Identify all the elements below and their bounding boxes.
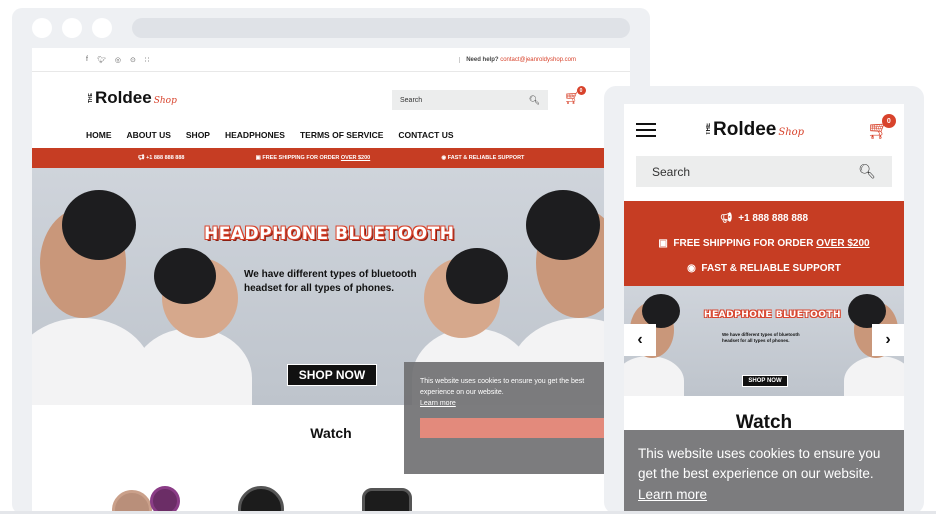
banner-figure-hair bbox=[526, 190, 600, 260]
shipping-text: FREE SHIPPING FOR ORDER bbox=[673, 238, 814, 249]
topbar: f 🐦︎ ◎ ⊙ ∷ Need help? contact@jeanroldys… bbox=[32, 48, 630, 72]
phone-info: 📢︎ +1 888 888 888 bbox=[720, 213, 808, 224]
cart-icon[interactable]: 🛒︎ 0 bbox=[867, 114, 896, 141]
box-icon: ▣ bbox=[658, 238, 668, 249]
cookie-banner: This website uses cookies to ensure you … bbox=[624, 430, 904, 514]
logo-script: Shop bbox=[153, 96, 177, 106]
support-text: FAST & RELIABLE SUPPORT bbox=[447, 155, 525, 161]
cart-count-badge: 0 bbox=[576, 86, 586, 95]
cookie-accept-button[interactable] bbox=[420, 417, 608, 438]
site-logo[interactable]: THE Roldee Shop bbox=[88, 88, 177, 108]
banner-figure-jacket bbox=[844, 356, 904, 396]
window-dot-maximize[interactable] bbox=[92, 18, 112, 38]
window-dot-close[interactable] bbox=[32, 18, 52, 38]
megaphone-icon: 📢︎ bbox=[719, 213, 733, 224]
pinterest-icon[interactable]: ⊙ bbox=[130, 56, 136, 64]
twitter-icon[interactable]: 🐦︎ bbox=[97, 56, 106, 64]
shipping-text: FREE SHIPPING FOR ORDER bbox=[262, 155, 340, 161]
banner-figure-jacket bbox=[624, 356, 684, 396]
banner-subtitle: We have different types of bluetooth hea… bbox=[722, 332, 800, 344]
banner-title: HEADPHONE BLUETOOTH bbox=[704, 310, 842, 320]
logo-the: THE bbox=[88, 93, 94, 103]
nav-item-contact-us[interactable]: CONTACT US bbox=[398, 130, 453, 140]
logo-the: THE bbox=[706, 123, 712, 135]
browser-chrome bbox=[12, 8, 650, 46]
nav-item-terms[interactable]: TERMS OF SERVICE bbox=[300, 130, 383, 140]
support-info: ◉ FAST & RELIABLE SUPPORT bbox=[687, 263, 841, 274]
search-placeholder: Search bbox=[652, 164, 691, 179]
megaphone-icon: 📢︎ bbox=[137, 155, 145, 161]
phone-text: +1 888 888 888 bbox=[738, 213, 809, 224]
nav-item-home[interactable]: HOME bbox=[86, 130, 112, 140]
site-header: THE Roldee Shop Search 🔍︎ 🛒︎ 0 bbox=[32, 72, 630, 122]
phone-text: +1 888 888 888 bbox=[146, 155, 185, 161]
help-contact: Need help? contact@jeanroldyshop.com bbox=[459, 56, 576, 63]
logo-name: Roldee bbox=[713, 119, 777, 140]
mobile-device-mockup: THE Roldee Shop 🛒︎ 0 Search 🔍︎ 📢︎ +1 888… bbox=[604, 86, 924, 514]
shop-now-button[interactable]: SHOP NOW bbox=[287, 364, 377, 386]
search-icon[interactable]: 🔍︎ bbox=[529, 95, 540, 106]
banner-subtitle: We have different types of bluetooth hea… bbox=[244, 269, 417, 294]
desktop-browser-mockup: f 🐦︎ ◎ ⊙ ∷ Need help? contact@jeanroldys… bbox=[12, 8, 650, 514]
instagram-icon[interactable]: ◎ bbox=[115, 56, 121, 64]
support-icon: ◉ bbox=[687, 263, 696, 274]
carousel-next-icon[interactable]: › bbox=[872, 324, 904, 356]
shipping-info: ▣ FREE SHIPPING FOR ORDER OVER $200 bbox=[256, 155, 371, 161]
cookie-learn-more-link[interactable]: Learn more bbox=[638, 487, 707, 502]
support-text: FAST & RELIABLE SUPPORT bbox=[701, 263, 841, 274]
cookie-banner: This website uses cookies to ensure you … bbox=[404, 362, 624, 474]
banner-figure-hair bbox=[642, 294, 680, 328]
info-bar: 📢︎ +1 888 888 888 ▣ FREE SHIPPING FOR OR… bbox=[32, 148, 630, 168]
hero-banner[interactable]: HEADPHONE BLUETOOTH We have different ty… bbox=[624, 286, 904, 396]
banner-figure-hair bbox=[154, 248, 216, 304]
shipping-info: ▣ FREE SHIPPING FOR ORDER OVER $200 bbox=[658, 238, 869, 249]
search-icon[interactable]: 🔍︎ bbox=[858, 163, 876, 180]
cookie-learn-more-link[interactable]: Learn more bbox=[420, 400, 456, 407]
nav-item-shop[interactable]: SHOP bbox=[186, 130, 210, 140]
logo-name: Roldee bbox=[95, 88, 152, 107]
support-icon: ◉ bbox=[441, 155, 447, 161]
address-bar[interactable] bbox=[132, 18, 630, 38]
nav-item-headphones[interactable]: HEADPHONES bbox=[225, 130, 285, 140]
main-nav: HOME ABOUT US SHOP HEADPHONES TERMS OF S… bbox=[32, 122, 630, 148]
banner-figure-hair bbox=[446, 248, 508, 304]
site-logo[interactable]: THE Roldee Shop bbox=[706, 119, 804, 141]
logo-script: Shop bbox=[778, 127, 805, 138]
product-watch-image[interactable] bbox=[150, 486, 180, 514]
search-input[interactable]: Search 🔍︎ bbox=[392, 90, 548, 110]
window-dot-minimize[interactable] bbox=[62, 18, 82, 38]
nav-item-about-us[interactable]: ABOUT US bbox=[127, 130, 171, 140]
rss-icon[interactable]: ∷ bbox=[145, 56, 149, 64]
social-links: f 🐦︎ ◎ ⊙ ∷ bbox=[86, 56, 149, 64]
banner-figure-hair bbox=[848, 294, 886, 328]
info-bar: 📢︎ +1 888 888 888 ▣ FREE SHIPPING FOR OR… bbox=[624, 201, 904, 286]
banner-figure-jacket bbox=[132, 328, 252, 405]
cookie-text: This website uses cookies to ensure you … bbox=[420, 378, 585, 397]
support-info: ◉ FAST & RELIABLE SUPPORT bbox=[441, 155, 524, 161]
cookie-text: This website uses cookies to ensure you … bbox=[638, 446, 881, 482]
shipping-amount: OVER $200 bbox=[340, 155, 371, 161]
shop-now-button[interactable]: SHOP NOW bbox=[742, 375, 788, 387]
cart-icon[interactable]: 🛒︎ 0 bbox=[564, 86, 586, 106]
phone-info: 📢︎ +1 888 888 888 bbox=[138, 155, 185, 161]
facebook-icon[interactable]: f bbox=[86, 56, 88, 64]
search-placeholder: Search bbox=[400, 96, 423, 104]
mobile-page: THE Roldee Shop 🛒︎ 0 Search 🔍︎ 📢︎ +1 888… bbox=[624, 104, 904, 514]
mobile-header: THE Roldee Shop 🛒︎ 0 bbox=[624, 104, 904, 156]
help-label: Need help? bbox=[466, 56, 499, 63]
shipping-amount: OVER $200 bbox=[816, 238, 870, 249]
box-icon: ▣ bbox=[255, 155, 261, 161]
banner-title: HEADPHONE BLUETOOTH bbox=[204, 224, 455, 244]
help-email-link[interactable]: contact@jeanroldyshop.com bbox=[500, 57, 576, 63]
banner-figure-hair bbox=[62, 190, 136, 260]
product-watch-image[interactable] bbox=[238, 486, 284, 514]
hamburger-menu-icon[interactable] bbox=[636, 123, 656, 137]
mockup-stage: f 🐦︎ ◎ ⊙ ∷ Need help? contact@jeanroldys… bbox=[0, 0, 936, 514]
search-input[interactable]: Search 🔍︎ bbox=[636, 156, 892, 187]
cart-count-badge: 0 bbox=[881, 114, 896, 128]
carousel-prev-icon[interactable]: ‹ bbox=[624, 324, 656, 356]
